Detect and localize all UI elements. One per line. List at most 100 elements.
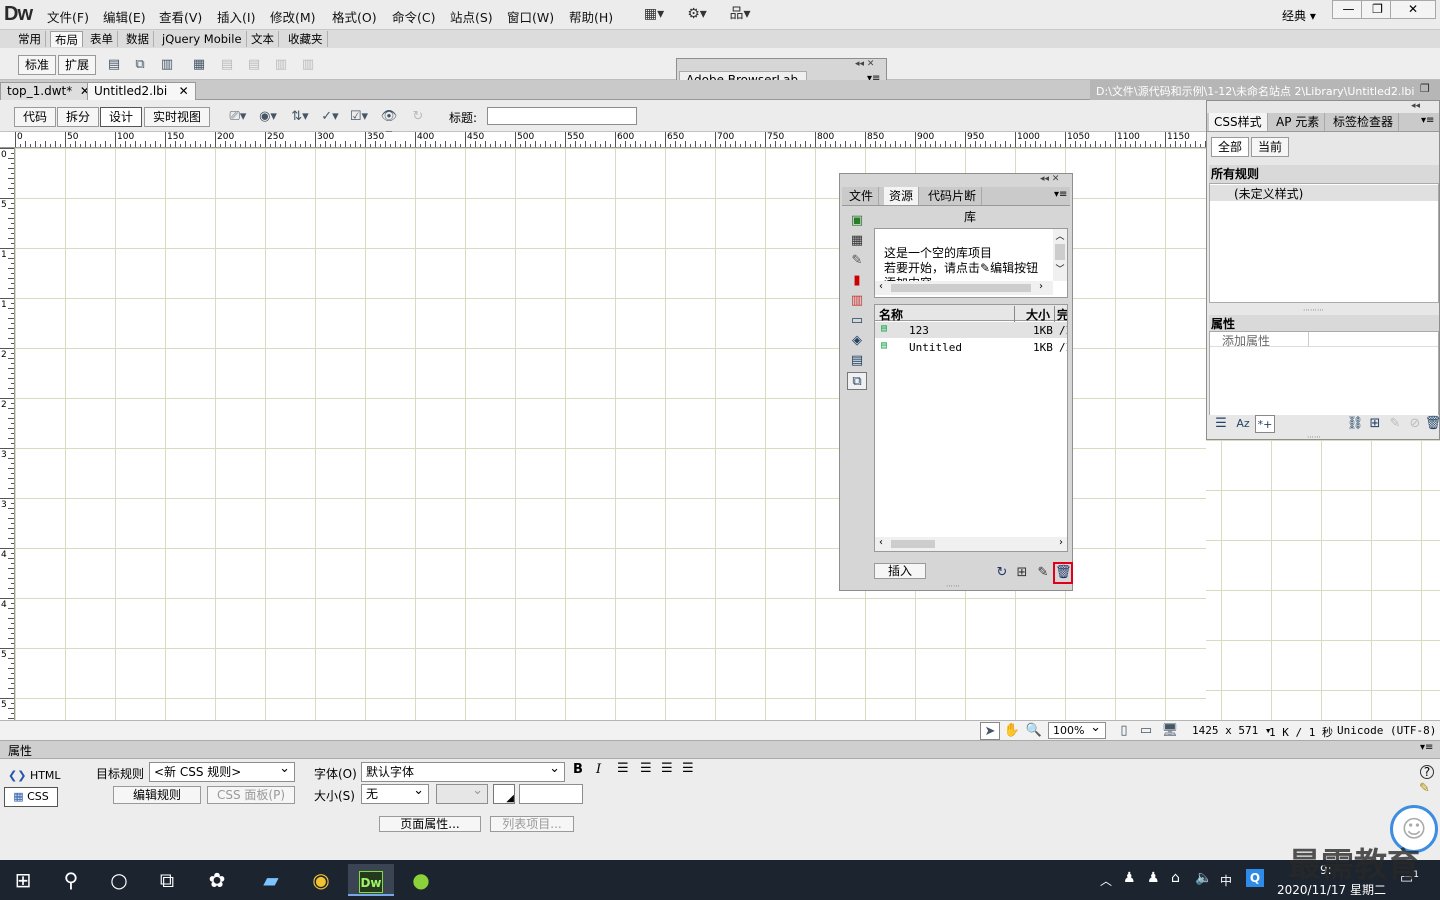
new-library-item-icon[interactable]: ⊞	[1012, 564, 1032, 582]
ap-div-icon[interactable]: ⧉	[130, 56, 150, 74]
delete-trash-icon[interactable]: 🗑	[1053, 562, 1073, 584]
target-rule-select[interactable]: <新 CSS 规则>	[149, 760, 295, 782]
select-tool-icon[interactable]: ➤	[980, 722, 1000, 740]
align-left-icon[interactable]: ☰	[617, 761, 629, 776]
mobile-size-icon[interactable]: ▯	[1114, 722, 1134, 740]
css-splitter[interactable]: ⋯⋯⋯	[1303, 306, 1324, 314]
edit-rule-button[interactable]: 编辑规则	[113, 786, 201, 804]
menu-site[interactable]: 站点(S)	[450, 7, 493, 26]
expanded-mode-button[interactable]: 扩展	[58, 55, 96, 75]
delete-rule-icon[interactable]: 🗑	[1423, 415, 1440, 433]
zoom-select[interactable]: 100%	[1048, 720, 1106, 739]
table-icon[interactable]: ▦	[189, 56, 209, 74]
justify-icon[interactable]: ☰	[682, 761, 694, 776]
search-icon[interactable]: ⚲	[48, 864, 94, 896]
insert-tab-common[interactable]: 常用	[14, 31, 46, 47]
css-collapse-icon[interactable]: ◂◂	[1411, 101, 1420, 111]
preview-hscroll[interactable]: ‹ ›	[875, 281, 1053, 295]
layout-icon[interactable]: ▦▾	[640, 4, 668, 24]
insert-button[interactable]: 插入	[874, 563, 926, 579]
fluid-grid-icon[interactable]: ▥	[157, 56, 177, 74]
attach-stylesheet-icon[interactable]: ⛓	[1345, 415, 1365, 433]
css-resize-grip[interactable]: ⋯⋯	[1307, 433, 1321, 441]
menu-commands[interactable]: 命令(C)	[392, 7, 435, 26]
design-view-button[interactable]: 设计	[100, 107, 142, 127]
workspace-switcher[interactable]: 经典 ▾	[1282, 7, 1316, 24]
list-hscroll[interactable]: ‹ ›	[875, 537, 1067, 551]
assets-collapse-icon[interactable]: ◂◂ ✕	[1040, 174, 1059, 184]
windows-start-icon[interactable]: ⊞	[0, 864, 46, 896]
menu-help[interactable]: 帮助(H)	[569, 7, 613, 26]
urls-icon[interactable]: ✎	[847, 252, 867, 270]
check-browser-icon[interactable]: ☑▾	[349, 108, 369, 126]
tab-assets[interactable]: 资源	[884, 187, 920, 205]
align-center-icon[interactable]: ☰	[640, 761, 652, 776]
insert-tab-text[interactable]: 文本	[247, 31, 279, 47]
list-view-icon[interactable]: Az	[1233, 415, 1253, 433]
category-view-icon[interactable]: ☰	[1211, 415, 1231, 433]
doc-tab-untitled2[interactable]: Untitled2.lbi ✕	[87, 82, 196, 100]
images-icon[interactable]: ▣	[847, 212, 867, 230]
html-mode-button[interactable]: ❮❯ HTML	[8, 769, 61, 782]
css-mode-button[interactable]: ▦ CSS	[4, 787, 58, 807]
desktop-size-icon[interactable]: 🖥	[1160, 722, 1180, 740]
insert-tab-favorites[interactable]: 收藏夹	[284, 31, 328, 47]
size-select[interactable]: 无	[361, 782, 429, 804]
gear-icon[interactable]: ⚙▾	[683, 4, 711, 24]
props-menu-icon[interactable]: ▾≡	[1420, 742, 1433, 753]
div-icon[interactable]: ▤	[104, 56, 124, 74]
code-view-button[interactable]: 代码	[14, 107, 56, 127]
menu-insert[interactable]: 插入(I)	[217, 7, 255, 26]
doc-tab-top1[interactable]: top_1.dwt* ✕	[0, 82, 97, 100]
menu-format[interactable]: 格式(O)	[332, 7, 377, 26]
chrome-icon[interactable]: ◉	[298, 864, 344, 896]
preview-vscroll[interactable]: ︿ ﹀	[1053, 229, 1067, 281]
volume-icon[interactable]: 🔈	[1195, 870, 1212, 886]
close-button[interactable]: ✕	[1390, 0, 1436, 19]
standard-mode-button[interactable]: 标准	[18, 55, 56, 75]
templates-icon[interactable]: ▤	[847, 352, 867, 370]
menu-view[interactable]: 查看(V)	[159, 7, 202, 26]
colors-icon[interactable]: ▦	[847, 232, 867, 250]
qq-icon-2[interactable]: ♟	[1147, 870, 1160, 886]
q-app-icon[interactable]: Q	[1246, 869, 1264, 887]
edit-item-icon[interactable]: ✎	[1033, 564, 1053, 582]
window-size[interactable]: 1425 x 571 ▾	[1192, 724, 1271, 737]
w3c-validate-icon[interactable]: ✓▾	[320, 108, 340, 126]
bold-button[interactable]: B	[573, 762, 583, 777]
set-properties-icon[interactable]: *+	[1255, 415, 1275, 433]
color-picker-swatch[interactable]: ◢	[493, 784, 515, 804]
cortana-icon[interactable]: ○	[96, 864, 142, 896]
zoom-tool-icon[interactable]: 🔍	[1024, 722, 1044, 740]
col-size[interactable]: 大小	[1017, 306, 1055, 323]
movies-icon[interactable]: ▭	[847, 312, 867, 330]
color-input[interactable]	[519, 784, 583, 804]
qq-icon[interactable]: ♟	[1123, 870, 1136, 886]
menu-file[interactable]: 文件(F)	[47, 7, 89, 26]
live-view-button[interactable]: 实时视图	[144, 107, 210, 127]
insert-tab-jquery[interactable]: jQuery Mobile	[158, 31, 247, 47]
resize-grip[interactable]: ⋯⋯	[946, 582, 960, 590]
notes-app-icon[interactable]: ▰	[248, 864, 294, 896]
tab-ap-elements[interactable]: AP 元素	[1271, 113, 1326, 131]
new-css-rule-icon[interactable]: ⊞	[1365, 415, 1385, 433]
insert-tab-forms[interactable]: 表单	[86, 31, 118, 47]
font-select[interactable]: 默认字体	[361, 760, 565, 782]
title-input[interactable]	[487, 107, 637, 125]
add-property-link[interactable]: 添加属性	[1210, 332, 1438, 348]
flash-icon[interactable]: ▮	[847, 272, 867, 290]
library-icon[interactable]: ⧉	[847, 372, 867, 390]
shockwave-icon[interactable]: ▥	[847, 292, 867, 310]
tab-css-styles[interactable]: CSS样式	[1209, 113, 1268, 131]
col-path[interactable]: 完	[1057, 306, 1067, 323]
align-right-icon[interactable]: ☰	[661, 761, 673, 776]
watermelon-app-icon[interactable]: ●	[398, 864, 444, 896]
page-properties-button[interactable]: 页面属性...	[379, 816, 481, 832]
split-view-button[interactable]: 拆分	[57, 107, 99, 127]
file-management-icon[interactable]: ⇅▾	[290, 108, 310, 126]
assets-menu-icon[interactable]: ▾≡	[1054, 189, 1067, 200]
insert-tab-layout[interactable]: 布局	[50, 31, 83, 47]
all-mode-button[interactable]: 全部	[1211, 137, 1249, 157]
italic-button[interactable]: I	[596, 762, 601, 777]
visual-aids-icon[interactable]: 👁▾	[379, 108, 399, 142]
